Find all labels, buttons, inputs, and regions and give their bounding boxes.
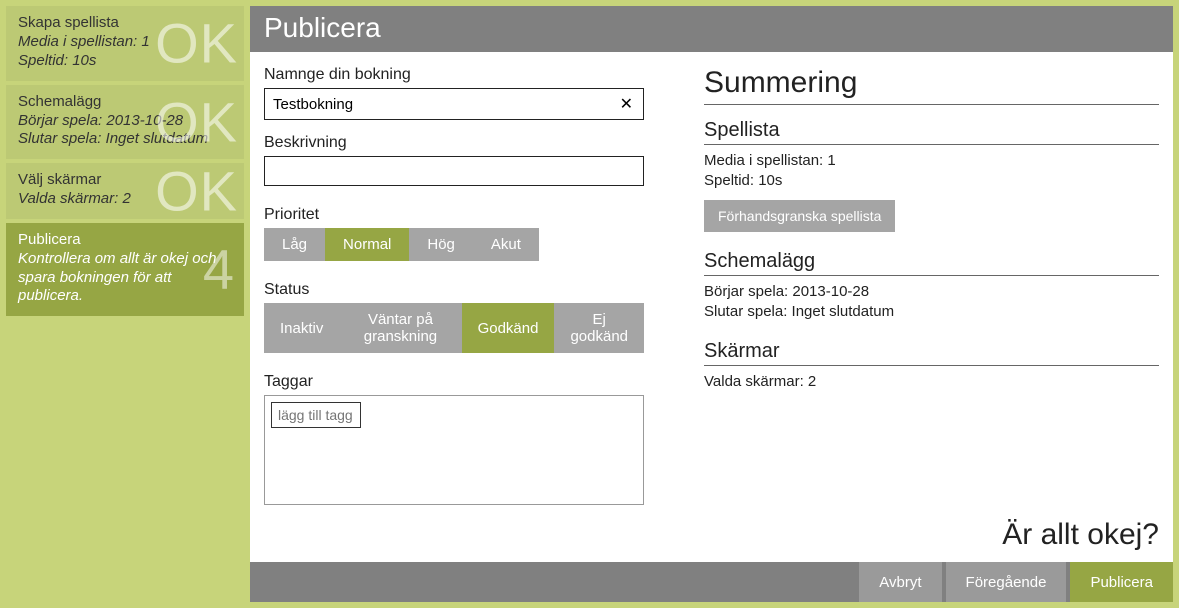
step-number: 4 (203, 237, 234, 302)
priority-high[interactable]: Hög (409, 228, 473, 261)
cancel-button[interactable]: Avbryt (859, 562, 941, 602)
is-all-ok: Är allt okej? (1002, 518, 1159, 552)
step-select-screens[interactable]: Välj skärmar Valda skärmar: 2 OK (6, 163, 244, 219)
summary-screens-head: Skärmar (704, 340, 1159, 366)
step-desc: Kontrollera om allt är okej och spara bo… (18, 250, 232, 306)
priority-group: Låg Normal Hög Akut (264, 228, 644, 261)
status-rejected[interactable]: Ej godkänd (554, 303, 644, 353)
publish-button[interactable]: Publicera (1070, 562, 1173, 602)
footer-bar: Avbryt Föregående Publicera (250, 562, 1173, 602)
summary-column: Summering Spellista Media i spellistan: … (704, 66, 1159, 562)
status-pending[interactable]: Väntar på granskning (339, 303, 461, 353)
summary-schedule-line2: Slutar spela: Inget slutdatum (704, 302, 1159, 322)
name-label: Namnge din bokning (264, 66, 644, 84)
step-ok-badge: OK (155, 11, 238, 76)
summary-playlist: Spellista Media i spellistan: 1 Speltid:… (704, 119, 1159, 232)
sidebar: Skapa spellista Media i spellistan: 1Spe… (6, 6, 244, 602)
status-approved[interactable]: Godkänd (462, 303, 555, 353)
priority-low[interactable]: Låg (264, 228, 325, 261)
status-inactive[interactable]: Inaktiv (264, 303, 339, 353)
summary-schedule: Schemalägg Börjar spela: 2013-10-28 Slut… (704, 250, 1159, 323)
summary-playlist-head: Spellista (704, 119, 1159, 145)
summary-screens: Skärmar Valda skärmar: 2 (704, 340, 1159, 392)
priority-label: Prioritet (264, 206, 644, 224)
tags-label: Taggar (264, 373, 644, 391)
step-ok-badge: OK (155, 89, 238, 154)
summary-title: Summering (704, 66, 1159, 105)
name-input[interactable] (273, 96, 618, 113)
step-ok-badge: OK (155, 163, 238, 219)
desc-input[interactable] (264, 156, 644, 186)
priority-acute[interactable]: Akut (473, 228, 539, 261)
summary-schedule-head: Schemalägg (704, 250, 1159, 276)
status-label: Status (264, 281, 644, 299)
desc-label: Beskrivning (264, 134, 644, 152)
summary-playlist-line2: Speltid: 10s (704, 171, 1159, 191)
step-create-playlist[interactable]: Skapa spellista Media i spellistan: 1Spe… (6, 6, 244, 81)
step-publish[interactable]: Publicera Kontrollera om allt är okej oc… (6, 223, 244, 316)
priority-normal[interactable]: Normal (325, 228, 409, 261)
preview-playlist-button[interactable]: Förhandsgranska spellista (704, 200, 895, 232)
clear-icon[interactable]: ✕ (618, 94, 635, 114)
page-title: Publicera (250, 6, 1173, 52)
summary-playlist-line1: Media i spellistan: 1 (704, 151, 1159, 171)
previous-button[interactable]: Föregående (946, 562, 1067, 602)
summary-schedule-line1: Börjar spela: 2013-10-28 (704, 282, 1159, 302)
form-column: Namnge din bokning ✕ Beskrivning Priorit… (264, 66, 644, 562)
step-schedule[interactable]: Schemalägg Börjar spela: 2013-10-28Sluta… (6, 85, 244, 160)
main-panel: Publicera Namnge din bokning ✕ Beskrivni… (250, 6, 1173, 602)
summary-screens-line1: Valda skärmar: 2 (704, 372, 1159, 392)
step-title: Publicera (18, 231, 232, 248)
status-group: Inaktiv Väntar på granskning Godkänd Ej … (264, 303, 644, 353)
tag-input[interactable] (271, 402, 361, 428)
name-input-wrap[interactable]: ✕ (264, 88, 644, 120)
tags-box[interactable] (264, 395, 644, 505)
